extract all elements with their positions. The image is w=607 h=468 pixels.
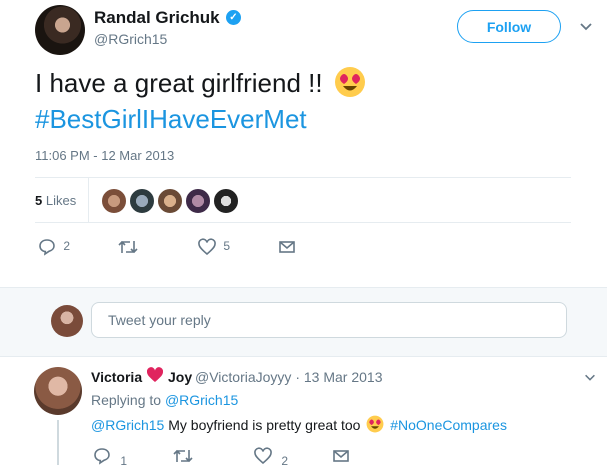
- reply-handle-date: @VictoriaJoyyy · 13 Mar 2013: [195, 369, 383, 385]
- reply-action[interactable]: 2: [38, 238, 70, 258]
- retweet-icon: [173, 449, 193, 463]
- heart-eyes-emoji: [366, 415, 384, 433]
- like-icon: [254, 447, 272, 465]
- tweet-text-content: I have a great girlfriend !!: [35, 68, 323, 98]
- author-avatar[interactable]: [35, 5, 85, 55]
- reply-date[interactable]: 13 Mar 2013: [304, 369, 383, 385]
- like-icon: [198, 238, 216, 256]
- follow-button[interactable]: Follow: [457, 10, 561, 43]
- chevron-down-icon[interactable]: [583, 370, 597, 384]
- retweet-icon: [118, 240, 138, 254]
- like-count: 5: [223, 239, 231, 254]
- heart-eyes-emoji: [334, 67, 365, 97]
- liker-avatar[interactable]: [157, 188, 183, 214]
- replying-to: Replying to @RGrich15: [91, 392, 238, 408]
- author-name[interactable]: Randal Grichuk: [94, 8, 220, 28]
- tweet-hashtag[interactable]: #BestGirlIHaveEverMet: [35, 102, 307, 136]
- current-user-avatar: [51, 305, 83, 337]
- reply-count: 1: [120, 454, 128, 468]
- reply-author-name[interactable]: Victoria: [91, 369, 142, 385]
- replying-to-link[interactable]: @RGrich15: [165, 392, 238, 408]
- reply-author-name-suffix[interactable]: Joy: [168, 369, 192, 385]
- thread-line: [57, 420, 59, 465]
- liker-avatar[interactable]: [129, 188, 155, 214]
- reply-icon: [39, 239, 55, 256]
- mention-link[interactable]: @RGrich15: [91, 417, 164, 433]
- reply-text: @RGrich15 My boyfriend is pretty great t…: [91, 415, 507, 433]
- divider: [35, 222, 571, 223]
- divider: [88, 178, 89, 222]
- message-icon: [279, 241, 295, 253]
- reply-author-avatar[interactable]: [34, 367, 82, 415]
- chevron-down-icon[interactable]: [578, 18, 594, 34]
- tweet-text: I have a great girlfriend !!: [35, 66, 366, 100]
- verified-icon: ✓: [226, 10, 241, 25]
- liker-avatar[interactable]: [101, 188, 127, 214]
- liker-avatar[interactable]: [213, 188, 239, 214]
- likes-label: Likes: [45, 193, 77, 208]
- likes-number: 5: [35, 193, 43, 208]
- author-handle[interactable]: @RGrich15: [94, 31, 167, 47]
- divider: [35, 177, 571, 178]
- liker-avatar[interactable]: [185, 188, 211, 214]
- like-count: 2: [281, 454, 289, 468]
- replying-to-prefix: Replying to: [91, 392, 162, 408]
- reply-count: 2: [63, 239, 71, 254]
- like-action[interactable]: 5: [198, 238, 230, 258]
- message-action[interactable]: [278, 238, 296, 258]
- reply-hashtag[interactable]: #NoOneCompares: [390, 417, 507, 433]
- red-heart-icon: [146, 367, 164, 382]
- reply-icon: [94, 448, 110, 465]
- likes-count[interactable]: 5 Likes: [35, 193, 76, 208]
- reply-input[interactable]: Tweet your reply: [91, 302, 567, 338]
- reply-author-handle[interactable]: @VictoriaJoyyy: [195, 369, 291, 385]
- message-icon: [333, 450, 349, 462]
- date-separator: ·: [295, 369, 300, 385]
- tweet-timestamp[interactable]: 11:06 PM - 12 Mar 2013: [35, 148, 174, 163]
- reply-text-content: My boyfriend is pretty great too: [168, 417, 361, 433]
- retweet-action[interactable]: [118, 238, 138, 258]
